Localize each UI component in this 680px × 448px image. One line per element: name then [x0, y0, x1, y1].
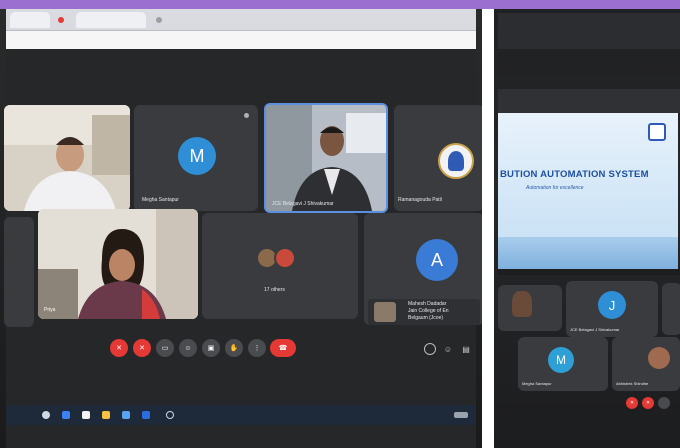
participant-name: Megha Santapur	[142, 197, 179, 203]
edge-icon[interactable]	[62, 411, 70, 419]
tile-megha-santapur[interactable]: M Megha Santapur	[134, 105, 258, 211]
presentation-header	[498, 89, 680, 113]
info-icon[interactable]	[424, 343, 436, 355]
people-icon[interactable]: ☺	[442, 343, 454, 355]
leave-call-button[interactable]: ☎	[270, 339, 296, 357]
tile-jce-shivakumar-right[interactable]: J JCE Belagavi J Shivakumar	[566, 281, 658, 337]
captions-icon: ▭	[161, 345, 169, 352]
avatar-m: M	[548, 347, 574, 373]
close-icon[interactable]	[156, 17, 162, 23]
app-icon[interactable]	[166, 411, 174, 419]
camera-toggle-button[interactable]: ✕	[133, 339, 151, 357]
address-bar[interactable]	[6, 31, 476, 49]
chat-icon[interactable]: ▤	[460, 343, 472, 355]
avatar-j: J	[598, 291, 626, 319]
search-icon[interactable]	[42, 411, 50, 419]
others-count: 17 others	[264, 287, 285, 293]
tile-ramanagouda-patil[interactable]: Ramanagouda Patil	[394, 105, 482, 211]
participant-name: Ramanagouda Patil	[398, 197, 442, 203]
emoji-button[interactable]: ☺	[179, 339, 197, 357]
raise-hand-button[interactable]: ✋	[225, 339, 243, 357]
top-color-band	[0, 0, 680, 9]
right-photo: BUTION AUTOMATION SYSTEM Automation for …	[494, 9, 680, 448]
participant-name: Priya	[44, 307, 56, 313]
camera-icon: ✕	[645, 400, 651, 406]
tile-others[interactable]: 17 others	[202, 213, 358, 319]
participant-video	[512, 291, 532, 317]
participant-name: JCE Belagavi J Shivakumar	[570, 327, 620, 332]
tile-jce-shivakumar[interactable]: JCE Belagavi J Shivakumar	[264, 103, 388, 213]
slide-title: BUTION AUTOMATION SYSTEM	[500, 169, 649, 180]
avatar-initial: A	[430, 249, 443, 270]
captions-button[interactable]: ▭	[156, 339, 174, 357]
meeting-grid: M Megha Santapur JCE Belagavi J Shivakum…	[4, 49, 482, 448]
participant-thumb	[274, 247, 296, 269]
avatar-mahesh: A	[416, 239, 458, 281]
avatar-initial: J	[608, 297, 616, 313]
participant-org: Belgaum (Jcoe)	[408, 315, 444, 321]
more-options-button[interactable]: ⋮	[248, 339, 266, 357]
store-icon[interactable]	[82, 411, 90, 419]
slide-logo	[648, 123, 666, 141]
record-icon	[58, 17, 64, 23]
mic-icon: ✕	[116, 345, 122, 352]
video-tile-man-white-shirt[interactable]	[4, 105, 130, 211]
tile-abhishek-shindhe[interactable]: Abhishek Shindhe	[612, 337, 680, 391]
present-button[interactable]: ▣	[202, 339, 220, 357]
hangup-icon: ☎	[278, 345, 288, 352]
tile-mahesh-dadadar[interactable]: A Mahesh Dadadar Jain College of En Belg…	[364, 213, 482, 325]
slide-subtitle: Automation for excellence	[526, 185, 584, 191]
app-icon[interactable]	[142, 411, 150, 419]
participant-video	[38, 209, 198, 319]
participant-photo	[648, 347, 670, 369]
camera-toggle-button[interactable]: ✕	[642, 397, 654, 409]
camera-icon: ✕	[139, 345, 145, 352]
participant-video	[266, 105, 386, 211]
more-icon: ⋮	[253, 345, 261, 352]
present-icon: ▣	[207, 345, 215, 352]
browser-tab[interactable]	[10, 12, 50, 28]
tile-video-man[interactable]	[498, 285, 562, 331]
tile-partial[interactable]	[4, 217, 34, 327]
slide-toolbar	[498, 269, 680, 275]
mic-off-icon	[244, 113, 249, 118]
avatar-initial: M	[189, 145, 205, 166]
emoji-icon: ☺	[184, 344, 192, 352]
mic-icon: ✕	[629, 400, 635, 406]
tile-megha-santapur-right[interactable]: M Megha Santapur	[518, 337, 608, 391]
participant-name: Megha Santapur	[522, 381, 552, 386]
participant-video	[4, 105, 130, 211]
windows-taskbar	[6, 405, 476, 425]
system-tray	[454, 412, 468, 418]
participant-org: Jain College of En	[408, 308, 449, 314]
presentation-slide: BUTION AUTOMATION SYSTEM Automation for …	[498, 113, 678, 269]
avatar-initial: M	[556, 353, 566, 367]
participant-name: Abhishek Shindhe	[616, 381, 649, 386]
avatar-megha: M	[178, 137, 216, 175]
video-tile-priya[interactable]: Priya	[38, 209, 198, 319]
captions-button[interactable]	[658, 397, 670, 409]
participant-name: JCE Belagavi J Shivakumar	[272, 201, 334, 207]
browser-tab-active[interactable]	[76, 12, 146, 28]
mic-toggle-button[interactable]: ✕	[110, 339, 128, 357]
folder-icon[interactable]	[102, 411, 110, 419]
college-logo	[438, 143, 474, 179]
chrome-icon[interactable]	[122, 411, 130, 419]
hand-icon: ✋	[229, 345, 239, 352]
mic-toggle-button[interactable]: ✕	[626, 397, 638, 409]
tile-partial[interactable]	[662, 283, 680, 335]
participant-name: Mahesh Dadadar	[408, 301, 447, 307]
browser-chrome	[498, 13, 680, 49]
left-photo: M Megha Santapur JCE Belagavi J Shivakum…	[0, 9, 482, 448]
slide-footer-band	[498, 237, 678, 269]
browser-tab-bar	[6, 9, 476, 31]
